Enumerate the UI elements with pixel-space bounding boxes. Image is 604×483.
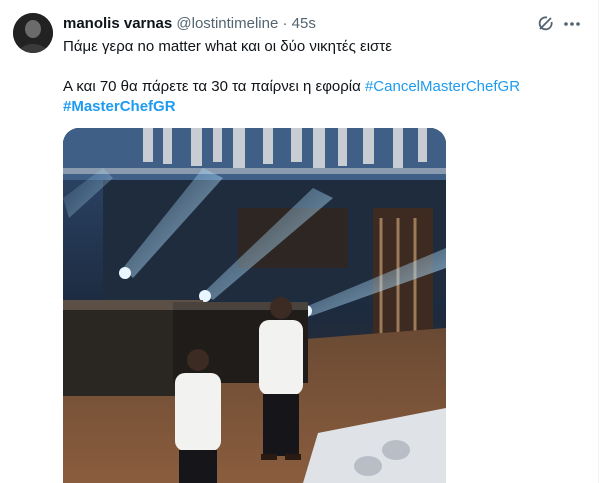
tweet-text: Πάμε γερα no matter what και οι δύο νικη… — [63, 37, 563, 117]
grok-icon[interactable] — [536, 14, 556, 34]
tweet-media[interactable] — [63, 128, 446, 483]
tweet-header: manolis varnas @lostintimeline · 45s — [63, 14, 316, 34]
tweet-card[interactable]: manolis varnas @lostintimeline · 45s Πάμ… — [0, 0, 599, 483]
separator: · — [282, 15, 288, 32]
avatar[interactable] — [13, 13, 53, 53]
avatar-image — [13, 13, 53, 53]
timestamp[interactable]: 45s — [292, 15, 316, 32]
tweet-text-line-2: Α και 70 θα πάρετε τα 30 τα παίρνει η εφ… — [63, 77, 563, 97]
author-name[interactable]: manolis varnas — [63, 15, 172, 32]
hashtag-masterchefgr[interactable]: #MasterChefGR — [63, 97, 563, 117]
tweet-text-line-1: Πάμε γερα no matter what και οι δύο νικη… — [63, 38, 392, 55]
tweet-text-line-2-body: Α και 70 θα πάρετε τα 30 τα παίρνει η εφ… — [63, 78, 365, 95]
author-handle[interactable]: @lostintimeline — [176, 15, 278, 32]
more-icon[interactable] — [562, 14, 582, 34]
tweet-photo — [63, 128, 446, 483]
hashtag-cancelmasterchefgr[interactable]: #CancelMasterChefGR — [365, 78, 520, 95]
